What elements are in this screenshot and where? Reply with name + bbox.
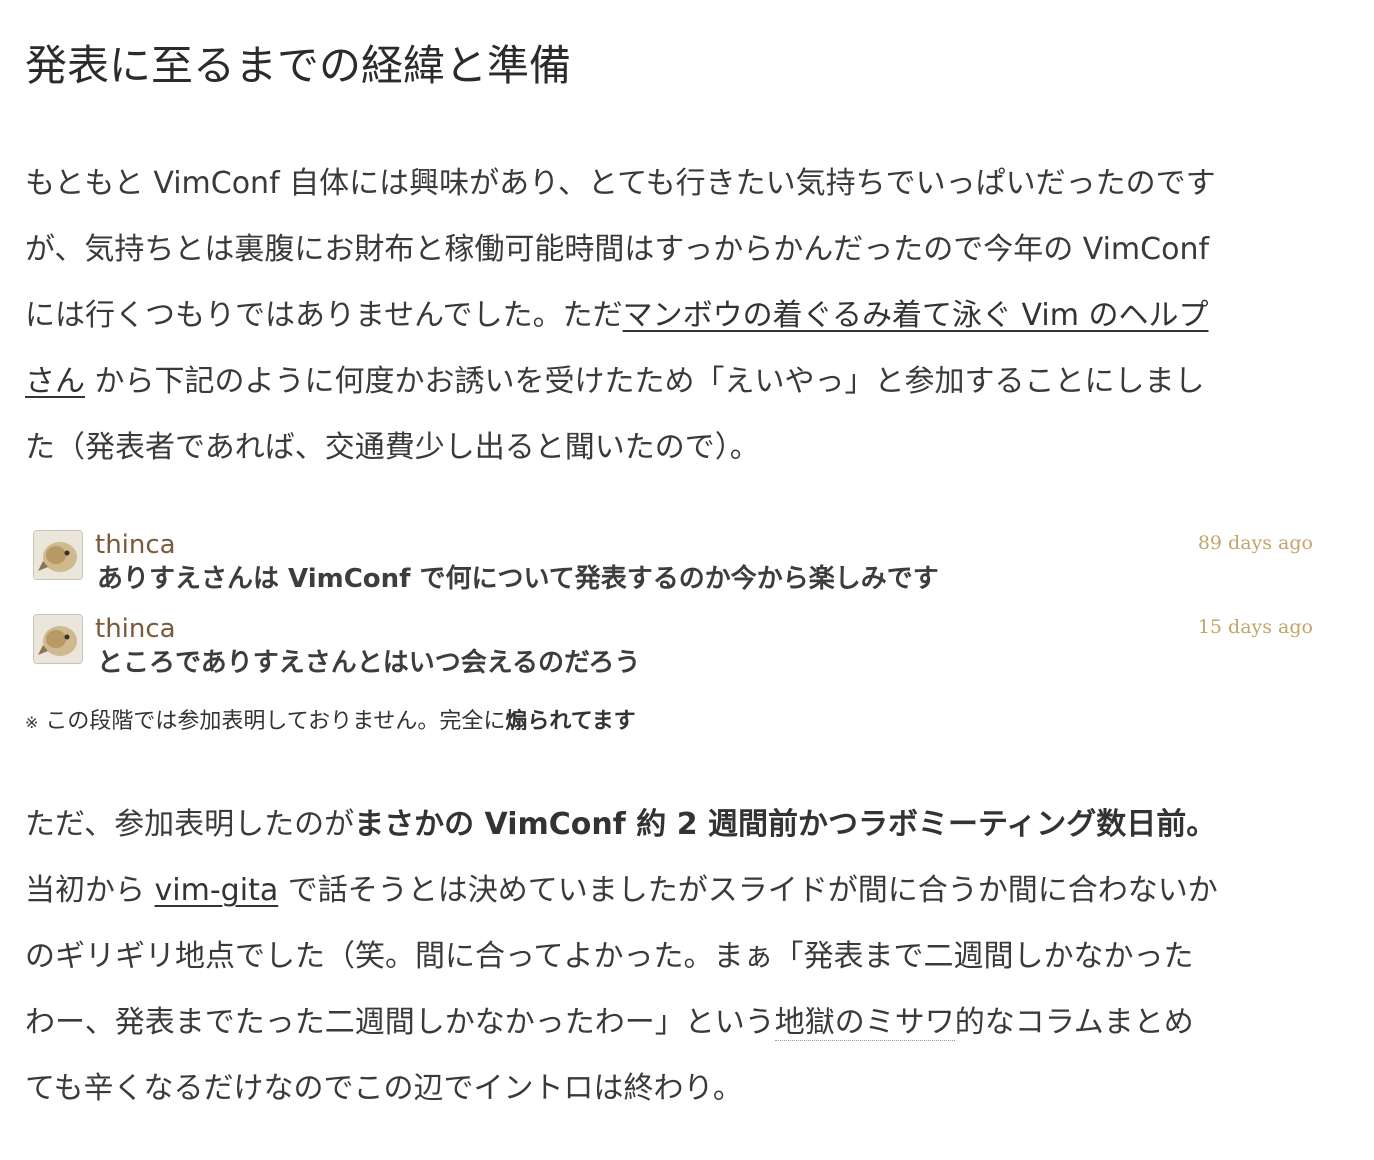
intro-paragraph: もともと VimConf 自体には興味があり、とても行きたい気持ちでいっぱいだっ… [25, 151, 1325, 481]
paragraph-line: ても辛くなるだけなのでこの辺でイントロは終わり。 [25, 1071, 743, 1106]
paragraph-line: ただ、参加表明したのがまさかの VimConf 約 2 週間前かつラボミーティン… [25, 792, 1325, 858]
tweet-text: ありすえさんは VimConf で何について発表するのか今から楽しみです [97, 564, 939, 594]
article: 発表に至るまでの経緯と準備 もともと VimConf 自体には興味があり、とても… [0, 0, 1374, 1160]
paragraph-text: から下記のように何度かお誘いを受けたため「えいやっ」と参加することにしまし [85, 364, 1205, 399]
paragraph-text: で話そうとは決めていましたがスライドが間に合うか間に合わないか [278, 873, 1218, 908]
avatar-icon [34, 531, 82, 579]
paragraph-line: が、気持ちとは裏腹にお財布と稼働可能時間はすっからかんだったので今年の VimC… [25, 232, 1210, 267]
tweet-username[interactable]: thinca [95, 528, 176, 562]
paragraph-text: 的なコラムまとめ [954, 1005, 1194, 1040]
tweet-timestamp[interactable]: 89 days ago [1198, 528, 1313, 558]
user-avatar[interactable] [33, 530, 83, 580]
story-paragraph: ただ、参加表明したのがまさかの VimConf 約 2 週間前かつラボミーティン… [25, 792, 1325, 1122]
tweet-timestamp[interactable]: 15 days ago [1198, 612, 1313, 642]
emphasis-text: まさかの VimConf 約 2 週間前かつラボミーティング数日前。 [354, 807, 1217, 842]
tweet-text: ところでありすえさんとはいつ会えるのだろう [97, 648, 641, 678]
tweet: thinca ありすえさんは VimConf で何について発表するのか今から楽し… [25, 520, 1325, 600]
paragraph-line: た（発表者であれば、交通費少し出ると聞いたので）。 [25, 430, 760, 465]
avatar-icon [34, 615, 82, 663]
note-emphasis: 煽られてます [505, 709, 636, 734]
vim-gita-link[interactable]: vim-gita [155, 873, 279, 908]
note-text: この段階では参加表明しておりません。完全に [38, 709, 506, 734]
paragraph-line: さん から下記のように何度かお誘いを受けたため「えいやっ」と参加することにしまし [25, 349, 1325, 415]
paragraph-text: ただ、参加表明したのが [25, 807, 355, 842]
paragraph-line: 当初から vim-gita で話そうとは決めていましたがスライドが間に合うか間に… [25, 858, 1325, 924]
paragraph-line: わー、発表までたった二週間しかなかったわー」という地獄のミサワ的なコラムまとめ [25, 990, 1325, 1056]
keyword-link[interactable]: 地獄のミサワ [774, 1005, 955, 1041]
tweet: thinca ところでありすえさんとはいつ会えるのだろう 15 days ago [25, 604, 1325, 684]
user-avatar[interactable] [33, 614, 83, 664]
help-user-link-continued[interactable]: さん [25, 364, 85, 399]
paragraph-text: わー、発表までたった二週間しかなかったわー」という [25, 1005, 775, 1040]
paragraph-text: には行くつもりではありませんでした。ただ [25, 298, 623, 333]
tweet-username[interactable]: thinca [95, 612, 176, 646]
section-heading: 発表に至るまでの経緯と準備 [25, 41, 572, 90]
paragraph-line: のギリギリ地点でした（笑。間に合ってよかった。まぁ「発表まで二週間しかなかった [25, 939, 1194, 974]
footnote: ※ この段階では参加表明しておりません。完全に煽られてます [25, 704, 636, 741]
help-user-link[interactable]: マンボウの着ぐるみ着て泳ぐ Vim のヘルプ [623, 298, 1209, 333]
paragraph-text: 当初から [25, 873, 155, 908]
embedded-tweets: thinca ありすえさんは VimConf で何について発表するのか今から楽し… [25, 520, 1325, 690]
note-mark: ※ [25, 713, 39, 732]
paragraph-line: には行くつもりではありませんでした。ただマンボウの着ぐるみ着て泳ぐ Vim のヘ… [25, 283, 1325, 349]
paragraph-line: もともと VimConf 自体には興味があり、とても行きたい気持ちでいっぱいだっ… [25, 166, 1216, 201]
